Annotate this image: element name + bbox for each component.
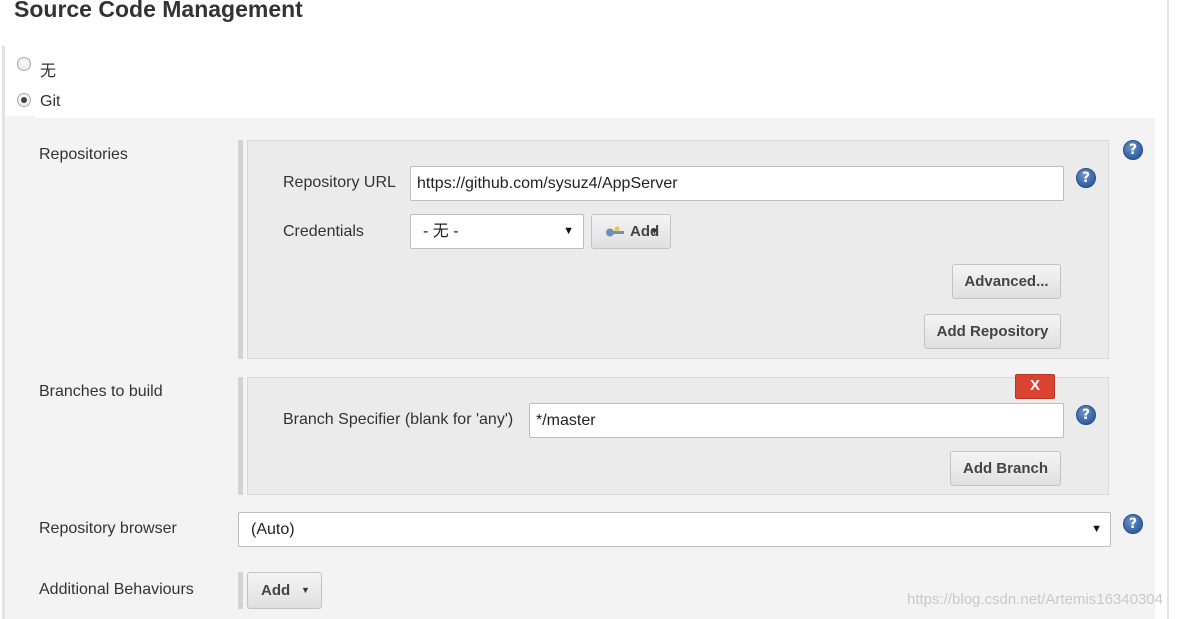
credentials-select-value: - 无 - [423, 223, 459, 240]
repository-url-input[interactable]: https://github.com/sysuz4/AppServer [410, 166, 1064, 201]
credentials-label: Credentials [283, 223, 364, 240]
repositories-help-icon[interactable]: ? [1123, 140, 1143, 160]
scm-none-radio[interactable] [17, 57, 31, 71]
scm-none-label[interactable]: 无 [40, 57, 56, 81]
watermark-text: https://blog.csdn.net/Artemis16340304 [907, 591, 1163, 608]
dropdown-caret-icon: ▼ [650, 226, 659, 236]
repository-url-label: Repository URL [283, 174, 396, 191]
branch-specifier-label: Branch Specifier (blank for 'any') [283, 411, 514, 428]
scm-git-label[interactable]: Git [40, 93, 60, 111]
scm-git-radio[interactable] [17, 93, 31, 107]
branch-specifier-help-icon[interactable]: ? [1076, 405, 1096, 425]
repositories-side-bar [238, 140, 243, 359]
chevron-down-icon: ▼ [563, 225, 574, 237]
add-branch-button[interactable]: Add Branch [950, 451, 1061, 486]
delete-branch-button[interactable]: X [1015, 374, 1055, 399]
branches-side-bar [238, 377, 243, 495]
branch-specifier-input[interactable]: */master [529, 403, 1064, 438]
chevron-down-icon: ▼ [1091, 523, 1102, 535]
repository-browser-value: (Auto) [251, 521, 295, 538]
add-behaviour-label: Add [261, 582, 291, 599]
repository-url-help-icon[interactable]: ? [1076, 168, 1096, 188]
additional-behaviours-label: Additional Behaviours [39, 581, 194, 598]
git-panel-tab [5, 116, 35, 132]
branches-label: Branches to build [39, 383, 163, 400]
add-repository-button[interactable]: Add Repository [924, 314, 1061, 349]
repository-browser-label: Repository browser [39, 520, 177, 537]
page-title: Source Code Management [14, 0, 303, 22]
add-credentials-button[interactable]: Add ▼ [591, 214, 671, 249]
content-right-border [1167, 0, 1169, 619]
add-behaviour-button[interactable]: Add ▼ [247, 572, 322, 609]
chevron-down-icon: ▼ [301, 585, 310, 595]
behaviours-side-bar [238, 572, 243, 609]
repository-browser-select[interactable]: (Auto) ▼ [238, 512, 1111, 547]
key-icon [606, 226, 624, 237]
radio-selected-dot [21, 97, 27, 103]
repositories-label: Repositories [39, 146, 128, 163]
advanced-button[interactable]: Advanced... [952, 264, 1061, 299]
credentials-select[interactable]: - 无 - ▼ [410, 214, 584, 249]
repository-browser-help-icon[interactable]: ? [1123, 514, 1143, 534]
